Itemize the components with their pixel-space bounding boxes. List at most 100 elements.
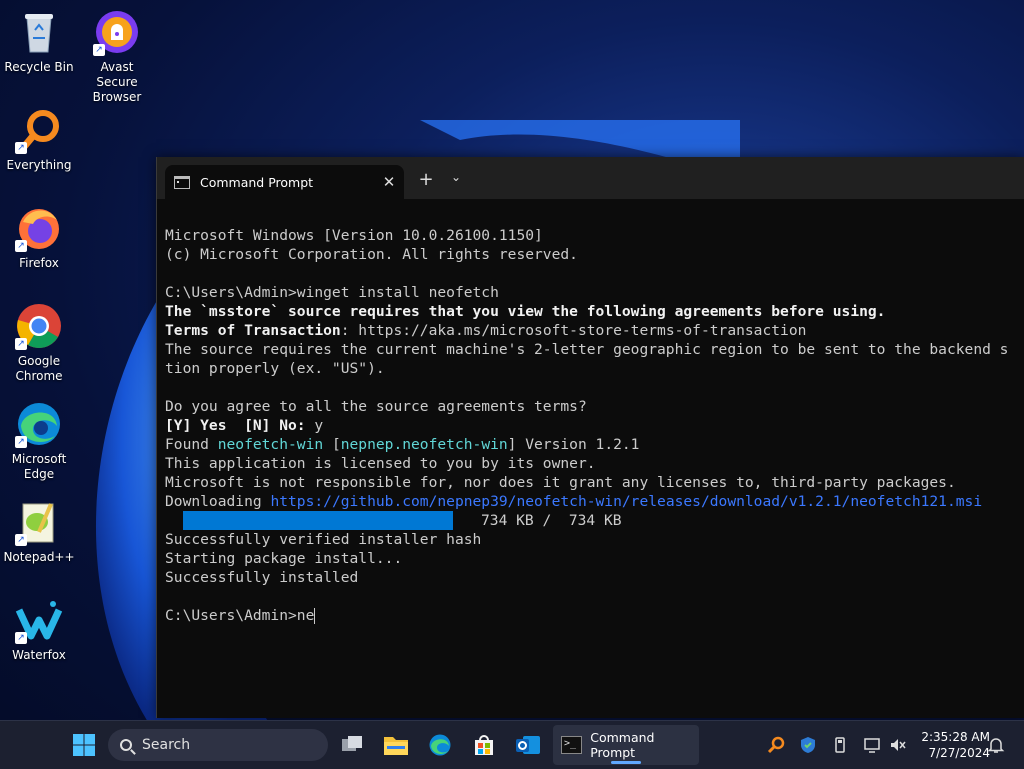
console-line: (c) Microsoft Corporation. All rights re… xyxy=(165,246,578,263)
console-line: Found neofetch-win [nepnep.neofetch-win]… xyxy=(165,435,1024,454)
taskbar-app-label: Command Prompt xyxy=(590,730,655,760)
clock-time: 2:35:28 AM xyxy=(921,730,990,744)
desktop-icon-label: Avast Secure Browser xyxy=(92,60,142,104)
console-line: The source requires the current machine'… xyxy=(165,341,1009,358)
console-line: [Y] Yes [N] No: y xyxy=(165,416,1024,435)
console-line: This application is licensed to you by i… xyxy=(165,455,596,472)
edge-icon xyxy=(429,734,451,756)
shortcut-arrow-icon: ↗ xyxy=(15,534,27,546)
desktop-icon-waterfox[interactable]: ↗ Waterfox xyxy=(2,596,76,663)
desktop-icon-firefox[interactable]: ↗ Firefox xyxy=(2,204,76,271)
console-line: 734 KB / 734 KB xyxy=(165,511,1024,530)
download-progress-bar xyxy=(183,511,453,530)
file-explorer-button[interactable] xyxy=(378,727,414,763)
search-icon xyxy=(120,739,132,751)
package-id: nepnep.neofetch-win xyxy=(340,436,508,453)
everything-search-icon: ↗ xyxy=(15,106,63,154)
microsoft-store-icon xyxy=(475,735,493,755)
console-output[interactable]: Microsoft Windows [Version 10.0.26100.11… xyxy=(157,199,1024,712)
console-line: Starting package install... xyxy=(165,550,403,567)
tab-title: Command Prompt xyxy=(200,174,314,190)
downloading-label: Downloading xyxy=(165,493,271,510)
microsoft-store-button[interactable] xyxy=(466,727,502,763)
task-view-button[interactable] xyxy=(334,727,370,763)
task-view-icon xyxy=(342,736,362,751)
desktop-icon-label: Recycle Bin xyxy=(4,60,74,74)
text-cursor xyxy=(314,608,316,624)
close-tab-icon[interactable]: ✕ xyxy=(374,173,404,191)
shortcut-arrow-icon: ↗ xyxy=(15,338,27,350)
prompt-answer: y xyxy=(314,417,324,434)
bracket-open: [ xyxy=(323,436,341,453)
console-line: Downloading https://github.com/nepnep39/… xyxy=(165,492,1024,511)
console-line: Successfully installed xyxy=(165,569,359,586)
firefox-icon: ↗ xyxy=(15,204,63,252)
desktop-icon-label: Firefox xyxy=(19,256,59,270)
start-button[interactable] xyxy=(66,727,102,763)
console-line: Successfully verified installer hash xyxy=(165,531,482,548)
desktop-icon-chrome[interactable]: ↗ Google Chrome xyxy=(2,302,76,384)
new-tab-button[interactable]: + xyxy=(415,169,437,190)
package-name: neofetch-win xyxy=(217,436,324,453)
network-icon[interactable] xyxy=(862,735,882,755)
taskbar-command-prompt[interactable]: Command Prompt xyxy=(553,725,699,765)
terms-link: : https://aka.ms/microsoft-store-terms-o… xyxy=(340,322,807,339)
download-url[interactable]: https://github.com/nepnep39/neofetch-win… xyxy=(270,493,982,510)
desktop-icon-avast-browser[interactable]: ↗ Avast Secure Browser xyxy=(80,8,154,105)
terminal-window[interactable]: Command Prompt ✕ + ⌄ Microsoft Windows [… xyxy=(156,157,1024,718)
desktop-icon-everything[interactable]: ↗ Everything xyxy=(2,106,76,173)
active-indicator xyxy=(611,761,641,764)
command-prompt-icon xyxy=(174,175,190,189)
package-version: ] Version 1.2.1 xyxy=(507,436,640,453)
desktop-icon-recycle-bin[interactable]: Recycle Bin xyxy=(2,8,76,75)
desktop-icon-edge[interactable]: ↗ Microsoft Edge xyxy=(2,400,76,482)
desktop-icon-notepad-plus-plus[interactable]: ↗ Notepad++ xyxy=(2,498,76,565)
desktop-icon-label: Notepad++ xyxy=(3,550,75,564)
terms-label: Terms of Transaction xyxy=(165,322,341,339)
tab-command-prompt[interactable]: Command Prompt ✕ xyxy=(165,165,404,199)
found-label: Found xyxy=(165,436,218,453)
tab-dropdown-chevron-icon[interactable]: ⌄ xyxy=(447,170,465,184)
console-line: Terms of Transaction: https://aka.ms/mic… xyxy=(165,321,1024,340)
file-explorer-icon xyxy=(384,737,408,755)
console-line: Microsoft is not responsible for, nor do… xyxy=(165,474,956,491)
usb-icon[interactable] xyxy=(830,735,850,755)
recycle-bin-icon xyxy=(15,8,63,56)
avast-browser-icon: ↗ xyxy=(93,8,141,56)
desktop-icon-label: Google Chrome xyxy=(15,354,63,383)
shortcut-arrow-icon: ↗ xyxy=(15,142,27,154)
notification-bell-icon[interactable] xyxy=(986,735,1006,755)
notepad-plus-plus-icon: ↗ xyxy=(15,498,63,546)
console-line: The `msstore` source requires that you v… xyxy=(165,303,886,320)
edge-taskbar-button[interactable] xyxy=(422,727,458,763)
outlook-button[interactable] xyxy=(510,727,546,763)
chrome-icon: ↗ xyxy=(15,302,63,350)
windows-start-icon xyxy=(73,734,95,756)
current-input[interactable]: C:\Users\Admin>ne xyxy=(165,607,314,624)
desktop-icon-label: Waterfox xyxy=(12,648,66,662)
clock-date: 7/27/2024 xyxy=(928,746,990,760)
volume-muted-icon[interactable] xyxy=(888,735,908,755)
edge-icon: ↗ xyxy=(15,400,63,448)
defender-icon[interactable] xyxy=(798,735,818,755)
prompt-options: [Y] Yes [N] No: xyxy=(165,417,315,434)
everything-tray-icon[interactable] xyxy=(766,735,786,755)
console-line: C:\Users\Admin>winget install neofetch xyxy=(165,284,499,301)
terminal-titlebar[interactable]: Command Prompt ✕ + ⌄ xyxy=(157,157,1024,199)
shortcut-arrow-icon: ↗ xyxy=(15,240,27,252)
waterfox-icon: ↗ xyxy=(15,596,63,644)
shortcut-arrow-icon: ↗ xyxy=(93,44,105,56)
search-placeholder: Search xyxy=(142,737,191,753)
download-size: 734 KB / 734 KB xyxy=(481,512,622,529)
shortcut-arrow-icon: ↗ xyxy=(15,436,27,448)
system-clock[interactable]: 2:35:28 AM 7/27/2024 xyxy=(910,729,990,761)
desktop-icon-label: Everything xyxy=(6,158,72,172)
console-prompt-line[interactable]: C:\Users\Admin>ne xyxy=(165,606,1024,625)
taskbar: Search Command Prompt 2:35:28 AM 7/27/20… xyxy=(0,720,1024,769)
taskbar-search[interactable]: Search xyxy=(108,729,328,761)
command-prompt-icon xyxy=(561,736,583,754)
console-line: tion properly (ex. "US"). xyxy=(165,360,385,377)
